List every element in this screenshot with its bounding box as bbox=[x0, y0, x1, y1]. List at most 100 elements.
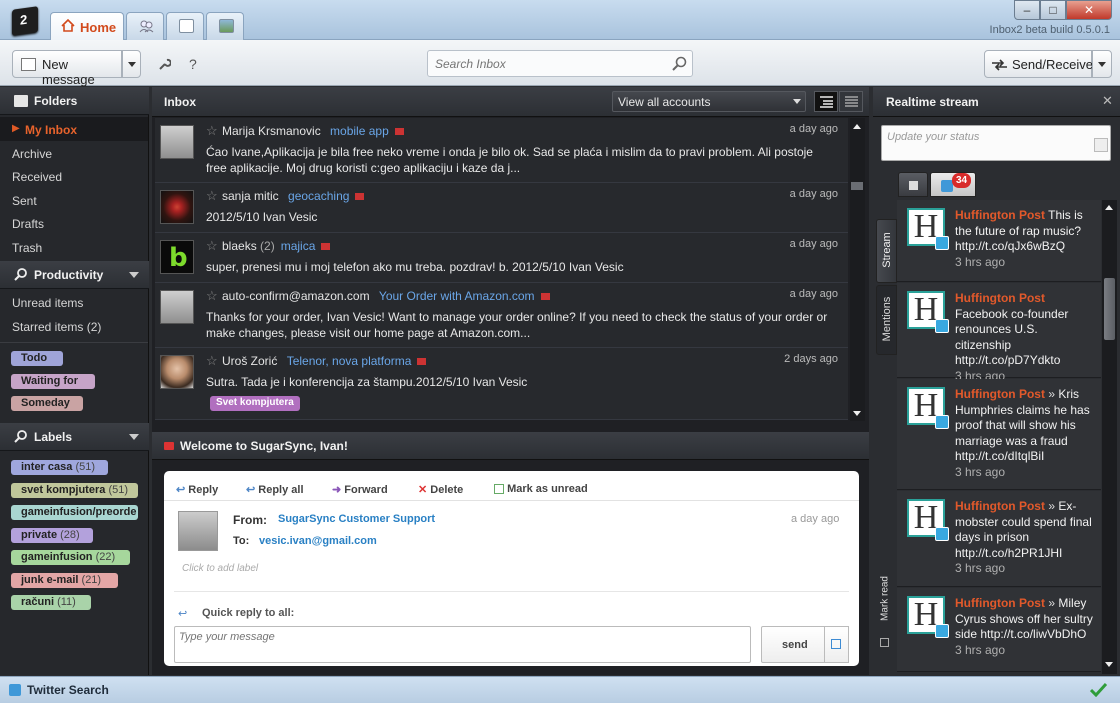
twitter-search-link[interactable]: Twitter Search bbox=[27, 683, 109, 697]
folder-received[interactable]: Received bbox=[12, 170, 62, 184]
tweet-author[interactable]: Huffington Post bbox=[955, 291, 1045, 305]
stream-tab-all[interactable] bbox=[898, 172, 928, 197]
label-inter-casa[interactable]: inter casa (51) bbox=[11, 460, 108, 475]
chip-waiting-for[interactable]: Waiting for bbox=[11, 374, 95, 389]
label-racuni[interactable]: računi (11) bbox=[11, 595, 91, 610]
scroll-down-icon[interactable] bbox=[853, 411, 861, 416]
tab-documents[interactable] bbox=[166, 12, 204, 40]
chip-todo[interactable]: Todo bbox=[11, 351, 63, 366]
help-button[interactable]: ? bbox=[189, 56, 197, 72]
search-box[interactable] bbox=[427, 50, 693, 77]
tweet-author[interactable]: Huffington Post bbox=[955, 208, 1045, 222]
star-icon[interactable]: ☆ bbox=[206, 353, 218, 369]
message-tag[interactable]: Svet kompjutera bbox=[210, 396, 300, 411]
star-icon[interactable]: ☆ bbox=[206, 288, 218, 304]
close-icon[interactable]: ✕ bbox=[1102, 93, 1113, 109]
side-tab-mentions[interactable]: Mentions bbox=[876, 285, 897, 355]
quick-reply-label: Quick reply to all: bbox=[202, 607, 295, 619]
chip-someday[interactable]: Someday bbox=[11, 396, 83, 411]
maximize-button[interactable]: □ bbox=[1040, 0, 1066, 20]
app-logo-icon bbox=[12, 6, 38, 36]
folder-archive[interactable]: Archive bbox=[12, 147, 52, 161]
tweet[interactable]: H Huffington Post This is the future of … bbox=[897, 200, 1101, 282]
message-sender: auto-confirm@amazon.com Your Order with … bbox=[222, 289, 550, 303]
status-dropdown[interactable] bbox=[1094, 138, 1108, 152]
label-gameinfusion[interactable]: gameinfusion (22) bbox=[11, 550, 130, 565]
message-row[interactable]: ☆ sanja mitic geocaching a day ago 2012/… bbox=[155, 183, 848, 233]
settings-wrench-icon[interactable] bbox=[157, 57, 171, 71]
folder-drafts[interactable]: Drafts bbox=[12, 217, 44, 231]
label-name: inter casa bbox=[21, 461, 73, 473]
message-row[interactable]: ☆ auto-confirm@amazon.com Your Order wit… bbox=[155, 283, 848, 348]
label-junk-email[interactable]: junk e-mail (21) bbox=[11, 573, 118, 588]
avatar bbox=[160, 190, 194, 224]
tweet-author[interactable]: Huffington Post bbox=[955, 499, 1045, 513]
new-message-dropdown[interactable] bbox=[122, 50, 141, 78]
search-input[interactable] bbox=[428, 51, 658, 76]
send-button[interactable]: send bbox=[761, 626, 825, 663]
chevron-down-icon[interactable] bbox=[129, 434, 139, 445]
tweet[interactable]: H Huffington Post » Kris Humphries claim… bbox=[897, 379, 1101, 490]
tweet-author[interactable]: Huffington Post bbox=[955, 387, 1045, 401]
label-private[interactable]: private (28) bbox=[11, 528, 93, 543]
unread-items[interactable]: Unread items bbox=[12, 296, 83, 310]
folder-sent[interactable]: Sent bbox=[12, 194, 37, 208]
labels-header[interactable]: Labels bbox=[0, 423, 149, 451]
message-list-scrollbar[interactable] bbox=[850, 118, 865, 421]
reply-all-button[interactable]: ↩ Reply all bbox=[246, 483, 304, 496]
tweet[interactable]: H Huffington Post » Ex-mobster could spe… bbox=[897, 491, 1101, 587]
list-tree-icon bbox=[820, 96, 833, 108]
add-label-link[interactable]: Click to add label bbox=[182, 563, 258, 574]
minimize-button[interactable]: ‒ bbox=[1014, 0, 1040, 20]
star-icon[interactable]: ☆ bbox=[206, 238, 218, 254]
tweet[interactable]: H Huffington Post Facebook co-founder ren… bbox=[897, 283, 1101, 383]
label-gameinfusion-preorder[interactable]: gameinfusion/preorde bbox=[11, 505, 138, 520]
folder-my-inbox[interactable]: My Inbox bbox=[25, 123, 77, 137]
mark-unread-button[interactable]: Mark as unread bbox=[494, 483, 588, 495]
quick-reply-input[interactable] bbox=[174, 626, 751, 663]
scroll-up-icon[interactable] bbox=[1105, 205, 1113, 210]
close-window-button[interactable]: ✕ bbox=[1066, 0, 1112, 20]
send-receive-dropdown[interactable] bbox=[1092, 50, 1112, 78]
mark-read-button[interactable]: Mark read bbox=[880, 571, 891, 627]
star-icon[interactable]: ☆ bbox=[206, 123, 218, 139]
envelope-icon bbox=[164, 442, 174, 450]
flat-view-button[interactable] bbox=[839, 91, 863, 112]
message-row[interactable]: ☆ Uroš Zorić Telenor, nova platforma 2 d… bbox=[155, 348, 848, 420]
popout-button[interactable] bbox=[824, 626, 849, 663]
tab-images[interactable] bbox=[206, 12, 244, 40]
status-update-box[interactable]: Update your status bbox=[881, 125, 1111, 161]
message-row[interactable]: b ☆ blaeks (2) majica a day ago super, pr… bbox=[155, 233, 848, 283]
new-message-button[interactable]: New message bbox=[12, 50, 122, 87]
reply-button[interactable]: ↩ Reply bbox=[176, 483, 218, 496]
side-tab-stream[interactable]: Stream bbox=[876, 219, 897, 283]
threaded-view-button[interactable] bbox=[814, 91, 838, 112]
tweet-author[interactable]: Huffington Post bbox=[955, 596, 1045, 610]
forward-button[interactable]: ➜ Forward bbox=[332, 483, 388, 496]
status-update-input[interactable]: Update your status bbox=[887, 131, 979, 143]
tab-contacts[interactable] bbox=[126, 12, 164, 40]
message-row[interactable]: ☆ Marija Krsmanovic mobile app a day ago… bbox=[155, 118, 848, 183]
productivity-header[interactable]: Productivity bbox=[0, 261, 149, 289]
send-receive-button[interactable]: Send/Receive bbox=[984, 50, 1093, 78]
huffington-post-logo-icon: H bbox=[907, 291, 949, 333]
star-icon[interactable]: ☆ bbox=[206, 188, 218, 204]
label-svet-kompjutera[interactable]: svet kompjutera (51) bbox=[11, 483, 138, 498]
folder-trash[interactable]: Trash bbox=[12, 241, 42, 255]
stream-scrollbar[interactable] bbox=[1102, 200, 1117, 674]
scroll-thumb[interactable] bbox=[1104, 278, 1115, 340]
folders-header[interactable]: Folders bbox=[0, 87, 149, 115]
tweet[interactable]: H Huffington Post » Miley Cyrus shows of… bbox=[897, 588, 1101, 672]
scroll-thumb[interactable] bbox=[851, 182, 863, 190]
message-date: a day ago bbox=[789, 188, 838, 200]
account-selector[interactable]: View all accounts bbox=[612, 91, 806, 112]
starred-items[interactable]: Starred items (2) bbox=[12, 320, 101, 334]
search-icon[interactable] bbox=[672, 56, 687, 71]
tab-home[interactable]: Home bbox=[50, 12, 124, 40]
from-value[interactable]: SugarSync Customer Support bbox=[278, 513, 435, 525]
scroll-up-icon[interactable] bbox=[853, 124, 861, 129]
chevron-down-icon[interactable] bbox=[129, 272, 139, 283]
delete-button[interactable]: ✕ Delete bbox=[418, 483, 463, 496]
to-value[interactable]: vesic.ivan@gmail.com bbox=[259, 535, 377, 547]
scroll-down-icon[interactable] bbox=[1105, 662, 1113, 667]
